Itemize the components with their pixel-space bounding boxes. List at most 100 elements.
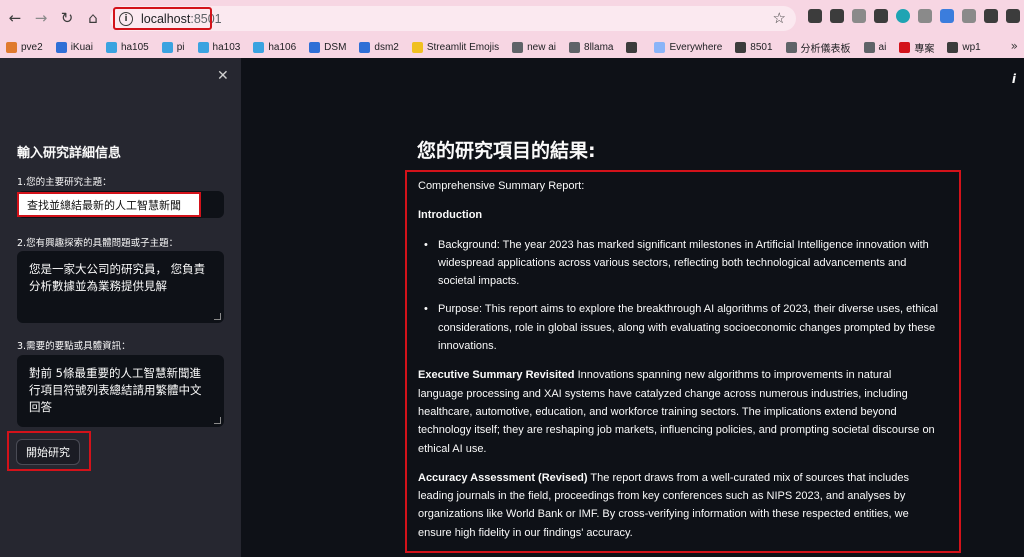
bookmark-label: Streamlit Emojis — [426, 41, 500, 53]
accuracy-title: Accuracy Assessment (Revised) — [418, 471, 588, 484]
topic-input[interactable]: 查找並總結最新的人工智慧新聞 — [17, 192, 201, 217]
bookmark-favicon-icon — [6, 41, 17, 53]
bookmark-label: ha105 — [120, 41, 149, 53]
bookmark-label: pi — [176, 41, 185, 53]
home-icon[interactable]: ⌂ — [80, 5, 106, 31]
report-container: Comprehensive Summary Report: Introducti… — [405, 170, 961, 553]
bookmark-item[interactable]: dsm2 — [359, 41, 399, 53]
page-title: 您的研究項目的結果: — [417, 140, 596, 162]
extension-icon[interactable] — [1006, 9, 1020, 23]
resize-grip-icon[interactable] — [214, 313, 221, 320]
bookmark-item[interactable]: iKuai — [55, 41, 93, 53]
bookmark-favicon-icon — [197, 41, 209, 53]
extension-icon[interactable] — [940, 9, 954, 23]
resize-grip-icon[interactable] — [214, 417, 221, 424]
exec-summary-paragraph: Executive Summary Revisited Innovations … — [418, 366, 938, 457]
extension-icon[interactable] — [852, 9, 866, 23]
bookmark-favicon-icon — [863, 41, 875, 53]
close-sidebar-icon[interactable]: ✕ — [217, 68, 229, 84]
bookmark-favicon-icon — [735, 41, 747, 53]
bookmark-favicon-icon — [105, 41, 117, 53]
exec-summary-text: Innovations spanning new algorithms to i… — [418, 369, 935, 455]
extension-icon[interactable] — [984, 9, 998, 23]
bookmark-star-icon[interactable]: ☆ — [773, 9, 786, 27]
bookmark-favicon-icon — [411, 41, 423, 53]
list-item: Background: The year 2023 has marked sig… — [418, 236, 938, 291]
bookmark-favicon-icon — [785, 41, 797, 53]
bookmark-label: pve2 — [21, 41, 43, 53]
bookmark-label: dsm2 — [374, 41, 399, 53]
bookmark-label: iKuai — [70, 41, 93, 53]
more-bookmarks-icon[interactable]: » — [1011, 39, 1018, 53]
subtopic-label: 2.您有興趣探索的具體問題或子主題： — [17, 238, 179, 249]
reload-icon[interactable]: ↻ — [54, 5, 80, 31]
intro-title: Introduction — [418, 209, 483, 222]
bookmark-item[interactable]: new ai — [512, 41, 557, 53]
bookmark-item[interactable]: 8501 — [735, 41, 773, 53]
bookmark-item[interactable] — [626, 41, 641, 53]
bookmark-label: 8501 — [750, 41, 773, 53]
browser-toolbar: ← → ↻ ⌂ i localhost:8501 ☆ — [0, 0, 1024, 36]
bookmark-item[interactable]: ha106 — [253, 41, 297, 53]
topic-label: 1.您的主要研究主題： — [17, 177, 112, 188]
bookmark-favicon-icon — [947, 41, 959, 53]
forward-arrow-icon[interactable]: → — [28, 5, 54, 31]
bookmarks-bar: pve2 iKuai ha105 pi ha103 ha106 DSM dsm2 Streaml… — [0, 36, 1024, 58]
bookmark-label: 分析儀表板 — [800, 43, 851, 55]
bookmark-label: ha103 — [212, 41, 241, 53]
subtopic-text: 您是一家大公司的研究員， 您負責分析數據並為業務提供見解 — [29, 262, 206, 293]
extensions-row — [808, 9, 1024, 23]
bookmark-favicon-icon — [626, 41, 638, 53]
bookmark-item[interactable]: 專案 — [899, 40, 934, 55]
bookmark-item[interactable]: Everywhere — [654, 41, 722, 53]
bookmark-item[interactable]: pve2 — [6, 41, 43, 53]
extension-icon[interactable] — [830, 9, 844, 23]
bookmark-item[interactable]: 分析儀表板 — [785, 40, 851, 55]
sidebar: ✕ 輸入研究詳細信息 1.您的主要研究主題： 查找並總結最新的人工智慧新聞 2.… — [0, 58, 241, 557]
bookmark-favicon-icon — [253, 41, 265, 53]
start-research-button[interactable]: 開始研究 — [16, 439, 80, 465]
back-arrow-icon[interactable]: ← — [2, 5, 28, 31]
details-text: 對前 5條最重要的人工智慧新聞進行項目符號列表總結請用繁體中文回答 — [29, 366, 202, 414]
bookmark-item[interactable]: Streamlit Emojis — [411, 41, 500, 53]
topic-input-container[interactable]: 查找並總結最新的人工智慧新聞 — [17, 191, 224, 218]
bookmark-item[interactable]: DSM — [309, 41, 347, 53]
bookmark-label: ha106 — [268, 41, 297, 53]
bookmark-favicon-icon — [161, 41, 173, 53]
bookmark-label: wp1 — [962, 41, 981, 53]
bookmark-favicon-icon — [899, 41, 911, 53]
bookmark-item[interactable]: ha103 — [197, 41, 241, 53]
report-heading: Comprehensive Summary Report: — [418, 180, 585, 192]
extension-icon[interactable] — [962, 9, 976, 23]
extension-icon[interactable] — [808, 9, 822, 23]
bookmark-label: new ai — [527, 41, 557, 53]
bookmark-item[interactable]: wp1 — [947, 41, 981, 53]
accuracy-paragraph: Accuracy Assessment (Revised) The report… — [418, 469, 938, 542]
sidebar-title: 輸入研究詳細信息 — [17, 146, 122, 161]
bookmark-label: DSM — [324, 41, 347, 53]
bookmark-favicon-icon — [569, 41, 581, 53]
start-button-highlight: 開始研究 — [7, 431, 91, 471]
address-bar[interactable]: i localhost:8501 ☆ — [110, 6, 796, 31]
details-label: 3.需要的要點或具體資訊： — [17, 341, 131, 352]
bookmark-item[interactable]: ai — [863, 41, 887, 53]
extension-icon[interactable] — [918, 9, 932, 23]
bookmark-label: 專案 — [914, 43, 935, 55]
bookmark-favicon-icon — [654, 41, 666, 53]
app-menu-icon[interactable]: i — [1012, 72, 1016, 86]
bookmark-favicon-icon — [309, 41, 321, 53]
bookmark-label: ai — [878, 41, 887, 53]
url-highlight — [113, 7, 212, 30]
intro-list: Background: The year 2023 has marked sig… — [418, 236, 938, 356]
extension-icon[interactable] — [874, 9, 888, 23]
bookmark-item[interactable]: 8llama — [569, 41, 614, 53]
bookmark-item[interactable]: pi — [161, 41, 185, 53]
bookmark-item[interactable]: ha105 — [105, 41, 149, 53]
exec-summary-title: Executive Summary Revisited — [418, 369, 575, 382]
list-item: Purpose: This report aims to explore the… — [418, 300, 938, 355]
bookmark-label: 8llama — [584, 41, 614, 53]
bookmark-favicon-icon — [55, 41, 67, 53]
subtopic-textarea[interactable]: 您是一家大公司的研究員， 您負責分析數據並為業務提供見解 — [17, 251, 224, 323]
extension-icon[interactable] — [896, 9, 910, 23]
details-textarea[interactable]: 對前 5條最重要的人工智慧新聞進行項目符號列表總結請用繁體中文回答 — [17, 355, 224, 427]
